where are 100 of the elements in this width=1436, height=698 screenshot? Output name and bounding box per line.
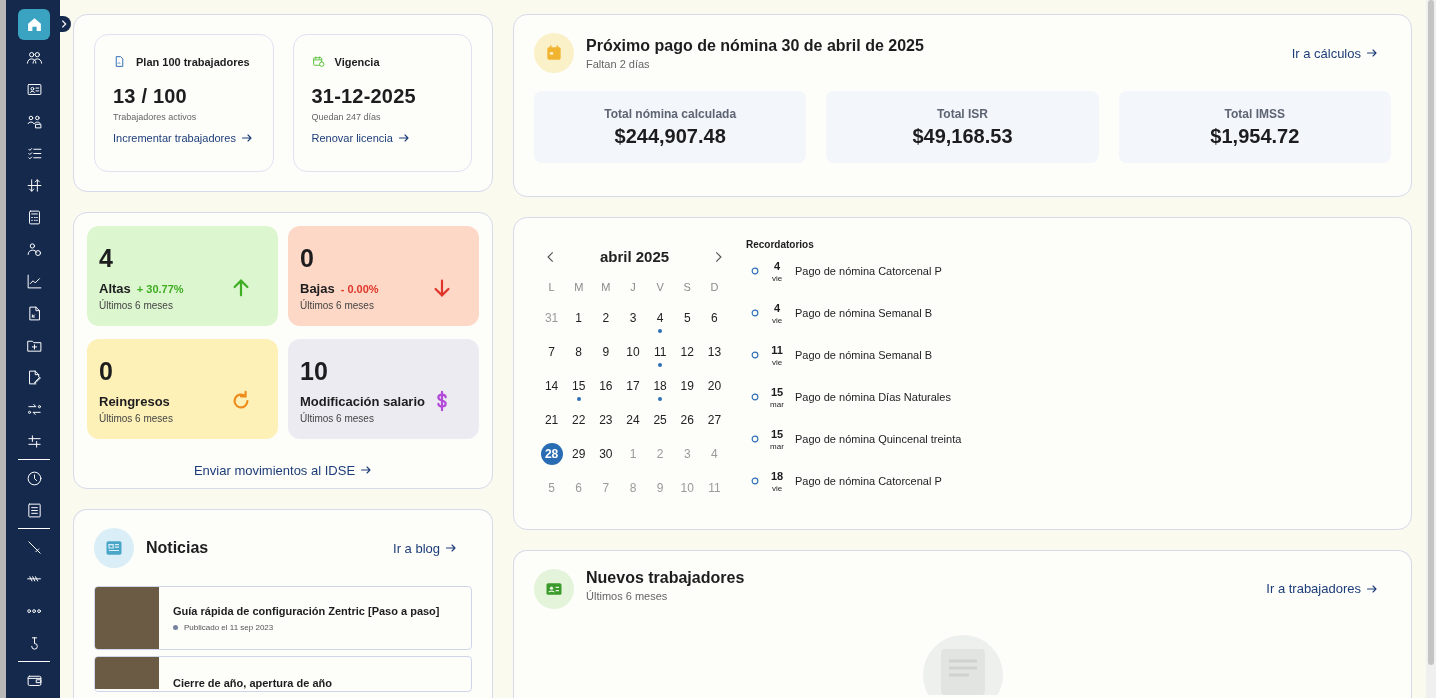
card-subtitle: Faltan 2 días [586, 57, 651, 70]
stat-value: 10 [300, 356, 329, 386]
card-title: Plan 100 trabajadores [136, 55, 250, 68]
sidebar-item[interactable] [18, 9, 50, 40]
calendar-day[interactable]: 19 [676, 375, 699, 397]
reminder-text: Pago de nómina Catorcenal P [795, 475, 942, 487]
card-caption: Quedan 247 días [311, 112, 382, 122]
weekday-label: S [683, 281, 691, 295]
reminder-weekday: vie [771, 483, 783, 493]
reminder-text: Pago de nómina Semanal B [795, 307, 932, 319]
card-title: Nuevos trabajadores [586, 569, 746, 587]
calendar-day[interactable]: 7 [540, 341, 563, 363]
news-title: Cierre de año, apertura de año [173, 677, 332, 689]
arrow-icon [240, 132, 253, 144]
weekday-label: D [710, 281, 719, 295]
reminder-day: 15 [770, 427, 784, 440]
calendar-day[interactable]: 17 [622, 375, 644, 397]
calendar-icon [544, 43, 564, 63]
link[interactable]: Incrementar trabajadores [113, 132, 253, 144]
newspaper-icon [104, 538, 124, 558]
reminder-weekday: vie [771, 357, 783, 367]
calendar-day[interactable]: 12 [676, 341, 699, 363]
card-title: Vigencia [334, 55, 380, 68]
reminder-day: 15 [770, 385, 784, 398]
reminder-weekday: mar [770, 399, 784, 409]
calendar-day[interactable]: 16 [594, 375, 617, 397]
calendar-day[interactable]: 1 [567, 307, 590, 329]
news-item[interactable]: Guía rápida de configuración Zentric [Paso a paso] Publicado el 11 sep 2023 [94, 586, 472, 650]
link[interactable]: Enviar movimientos al IDSE [193, 462, 373, 478]
reminder-text: Pago de nómina Días Naturales [795, 391, 951, 403]
news-item[interactable]: Cierre de año, apertura de año [94, 656, 472, 692]
stat-label: Altas [99, 280, 131, 296]
stat-period: Últimos 6 meses [99, 412, 174, 424]
calendar-day[interactable]: 10 [622, 341, 644, 363]
calendar-day[interactable]: 13 [703, 341, 726, 363]
dots-icon [26, 608, 42, 614]
reminder-weekday: vie [771, 273, 783, 283]
weekday-label: V [656, 281, 664, 295]
clock-icon [25, 469, 43, 487]
calendar-day[interactable]: 23 [594, 409, 617, 431]
calendar-day[interactable]: 5 [676, 307, 699, 329]
calendar-day[interactable]: 3 [622, 307, 644, 329]
reminder-weekday: vie [771, 315, 783, 325]
calendar-day[interactable]: 21 [540, 409, 563, 431]
home-icon [25, 16, 43, 33]
reminder-day: 18 [770, 469, 784, 482]
arrow-icon [1366, 47, 1378, 59]
weekday-label: J [630, 281, 636, 295]
calendar-day[interactable]: 30 [594, 443, 617, 465]
stat-label: Modificación salario [300, 393, 425, 409]
arrow-icon [397, 132, 410, 144]
reminder-day: 4 [773, 259, 781, 272]
calendar-day[interactable]: 20 [703, 375, 726, 397]
line-chart-icon [25, 272, 43, 290]
month-title: abril 2025 [599, 248, 670, 265]
stat-label: Reingresos [99, 393, 170, 409]
reminder-text: Pago de nómina Catorcenal P [795, 265, 942, 277]
stat-period: Últimos 6 meses [300, 299, 375, 311]
scrollbar[interactable] [1428, 0, 1434, 665]
total-label: Total nómina calculada [604, 106, 737, 121]
calendar-day[interactable]: 9 [594, 341, 617, 363]
calendar-day[interactable]: 6 [703, 307, 726, 329]
reminder-day: 4 [773, 301, 781, 314]
link[interactable]: Ir a trabajadores [1266, 581, 1378, 596]
weekday-label: M [574, 281, 584, 295]
ring-icon [751, 477, 759, 485]
calendar-day[interactable]: 24 [622, 409, 644, 431]
stat-value: 0 [99, 356, 114, 386]
stat-label: Bajas [300, 280, 335, 296]
calendar-day[interactable]: 27 [703, 409, 726, 431]
ring-icon [751, 435, 759, 443]
sort-arrows-icon [25, 176, 43, 194]
news-date: Publicado el 11 sep 2023 [173, 622, 440, 632]
calendar-day[interactable]: 28 [540, 443, 563, 465]
calendar-day[interactable]: 14 [540, 375, 563, 397]
stat-change: + 30.77% [136, 282, 184, 295]
ring-icon [751, 309, 759, 317]
calendar-day[interactable]: 8 [567, 341, 590, 363]
calendar-day[interactable]: 25 [649, 409, 672, 431]
reminder-day: 11 [771, 343, 783, 356]
ring-icon [751, 351, 759, 359]
reminders-title: Recordatorios [746, 239, 815, 250]
reminder-weekday: mar [770, 441, 784, 451]
calendar-day[interactable]: 2 [594, 307, 617, 329]
news-title: Guía rápida de configuración Zentric [Paso a paso] [173, 604, 440, 617]
stat-value: 4 [99, 243, 114, 273]
calendar-day[interactable]: 29 [567, 443, 590, 465]
photo-placeholder [95, 657, 159, 689]
link[interactable]: Ir a cálculos [1291, 45, 1378, 61]
calendar-day[interactable]: 22 [567, 409, 590, 431]
ring-icon [751, 393, 759, 401]
total-label: Total ISR [936, 106, 989, 121]
list-icon [25, 501, 43, 519]
calendar-day[interactable]: 26 [676, 409, 699, 431]
arrow-icon [445, 542, 457, 554]
link[interactable]: Renovar licencia [311, 132, 410, 144]
reminder-text: Pago de nómina Quincenal treinta [795, 433, 962, 445]
document-icon [113, 55, 126, 68]
weekday-label: M [601, 281, 611, 295]
link[interactable]: Ir a blog [393, 540, 457, 556]
